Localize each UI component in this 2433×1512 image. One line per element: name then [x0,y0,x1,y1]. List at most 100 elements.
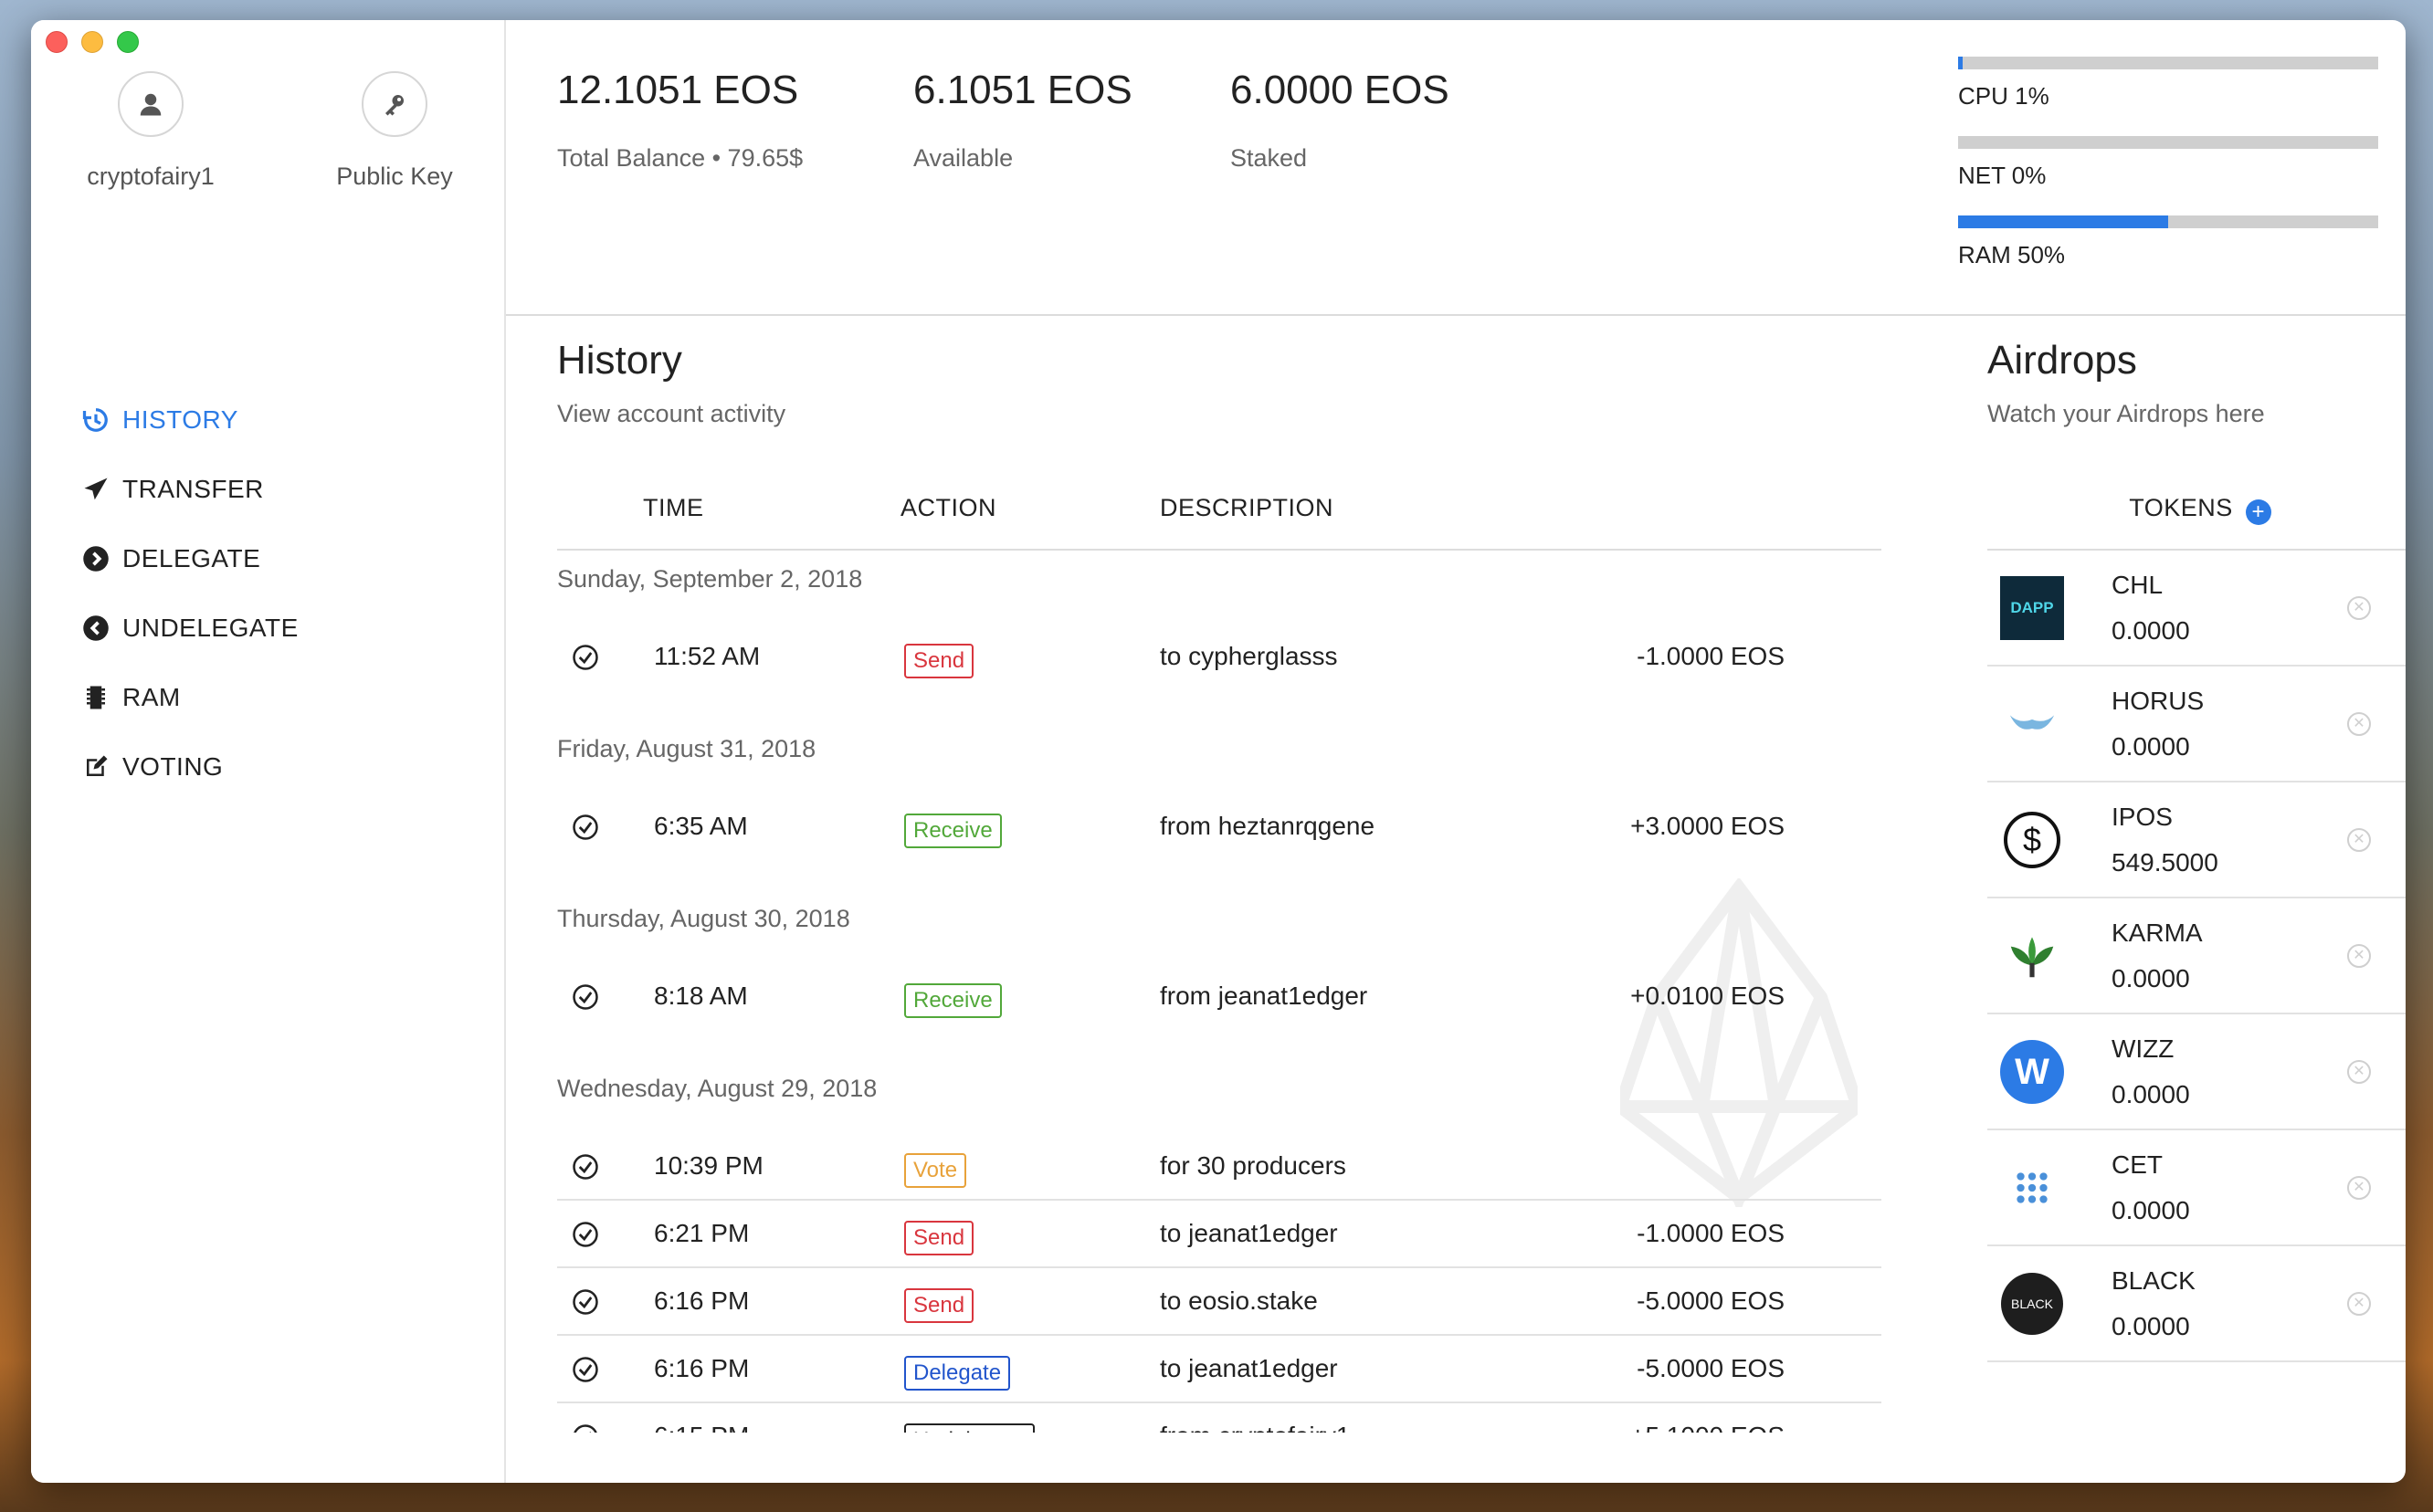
table-row[interactable]: 6:15 PM Undelegate from cryptofairy1 +5.100… [557,1403,1881,1433]
sidebar: cryptofairy1 Public Key HISTORY TRANSFER… [31,20,506,1483]
wizz-logo-icon: W [2000,1040,2064,1104]
history-table-body: Sunday, September 2, 2018 Friday, August… [557,551,1881,1433]
token-value: 0.0000 [2112,964,2190,992]
resource-usage: CPU 1% NET 0% RAM 50% [1958,57,2378,295]
token-symbol: CET [2112,1150,2163,1179]
airdrops-title: Airdrops [1987,338,2137,383]
check-circle-icon [573,1289,598,1315]
token-value: 0.0000 [2112,732,2190,761]
token-row[interactable]: HORUS 0.0000 ✕ [1987,667,2406,782]
cpu-bar-fill [1958,57,1963,69]
nav-voting-label: VOTING [122,752,224,781]
total-balance-amount: 12.1051 EOS [557,68,799,112]
token-logo [2000,924,2064,988]
remove-token-icon[interactable]: ✕ [2347,712,2371,736]
table-row[interactable]: 6:16 PM Delegate to jeanat1edger -5.0000 EO… [557,1336,1881,1403]
remove-token-icon[interactable]: ✕ [2347,1060,2371,1084]
row-time: 11:52 AM [654,642,761,670]
token-symbol: CHL [2112,571,2164,599]
row-description: from jeanat1edger [1160,982,1368,1010]
table-row[interactable]: 8:18 AM Receive from jeanat1edger +0.0100 E… [557,963,1881,1031]
row-time: 6:16 PM [654,1286,750,1315]
check-circle-icon [573,1222,598,1247]
ram-bar [1958,215,2378,228]
token-row[interactable]: CET 0.0000 ✕ [1987,1130,2406,1246]
nav-delegate[interactable]: DELEGATE [82,524,299,593]
token-logo: W [2000,1040,2064,1104]
token-logo: DAPP [2000,576,2064,640]
cpu-label: CPU 1% [1958,82,2049,110]
nav-history[interactable]: HISTORY [82,385,299,455]
nav-voting[interactable]: VOTING [82,732,299,802]
row-amount: +3.0000 EOS [1630,812,1785,840]
key-icon [362,71,427,137]
minimize-window-button[interactable] [81,31,103,53]
account-button[interactable]: cryptofairy1 [82,71,219,191]
row-amount: -1.0000 EOS [1637,1219,1785,1247]
history-icon [82,408,108,432]
history-title: History [557,338,682,383]
cet-logo-icon [2017,1172,2048,1203]
token-row[interactable]: BLACK BLACK 0.0000 ✕ [1987,1246,2406,1362]
nav-delegate-label: DELEGATE [122,544,261,572]
table-row[interactable]: 11:52 AM Send to cypherglasss -1.0000 EOS [557,624,1881,691]
token-row[interactable]: W WIZZ 0.0000 ✕ [1987,1014,2406,1130]
row-description: to jeanat1edger [1160,1219,1338,1247]
table-row[interactable]: 10:39 PM Vote for 30 producers [557,1133,1881,1201]
column-action[interactable]: ACTION [901,494,996,522]
tokens-label: TOKENS [2129,494,2233,521]
token-row[interactable]: KARMA 0.0000 ✕ [1987,898,2406,1014]
token-row[interactable]: $ IPOS 549.5000 ✕ [1987,782,2406,898]
maximize-window-button[interactable] [117,31,139,53]
nav-undelegate[interactable]: UNDELEGATE [82,593,299,663]
remove-token-icon[interactable]: ✕ [2347,828,2371,852]
remove-token-icon[interactable]: ✕ [2347,1292,2371,1316]
staked-balance-amount: 6.0000 EOS [1230,68,1449,112]
remove-token-icon[interactable]: ✕ [2347,944,2371,968]
action-badge: Send [904,1288,974,1323]
table-row[interactable]: 6:21 PM Send to jeanat1edger -1.0000 EOS [557,1201,1881,1268]
edit-icon [87,755,108,776]
nav-history-label: HISTORY [122,405,238,434]
public-key-label: Public Key [336,163,453,190]
nav-ram[interactable]: RAM [82,663,299,732]
remove-token-icon[interactable]: ✕ [2347,1176,2371,1200]
row-amount: +0.0100 EOS [1630,982,1785,1010]
history-subtitle: View account activity [557,400,786,427]
token-value: 0.0000 [2112,1080,2190,1108]
user-avatar-icon [118,71,184,137]
token-symbol: WIZZ [2112,1034,2175,1063]
public-key-button[interactable]: Public Key [321,71,468,191]
close-window-button[interactable] [46,31,68,53]
available-balance: 6.1051 EOS Available [913,68,1132,173]
total-balance: 12.1051 EOS Total Balance • 79.65$ [557,68,803,173]
token-row[interactable]: DAPP CHL 0.0000 ✕ [1987,551,2406,667]
token-symbol: IPOS [2112,803,2173,831]
arrow-right-circle-icon [83,546,109,572]
net-label: NET 0% [1958,162,2047,189]
table-row[interactable]: 6:16 PM Send to eosio.stake -5.0000 EOS [557,1268,1881,1336]
column-time[interactable]: TIME [643,494,704,522]
token-symbol: HORUS [2112,687,2205,715]
action-badge: Vote [904,1153,967,1188]
check-circle-icon [573,1154,598,1180]
app-window: cryptofairy1 Public Key HISTORY TRANSFER… [31,20,2406,1483]
tokens-header: TOKENS + [1987,478,2406,551]
row-amount: -5.0000 EOS [1637,1286,1785,1315]
main-nav: HISTORY TRANSFER DELEGATE UNDELEGATE RAM… [82,385,299,802]
nav-transfer[interactable]: TRANSFER [82,455,299,524]
table-row[interactable]: 6:35 AM Receive from heztanrqgene +3.0000 E… [557,793,1881,861]
token-logo [2000,692,2064,756]
history-table-header: TIME ACTION DESCRIPTION [557,478,1881,551]
karma-logo-icon [2010,937,2054,978]
row-amount: -5.0000 EOS [1637,1354,1785,1382]
column-description[interactable]: DESCRIPTION [1160,494,1333,522]
row-time: 10:39 PM [654,1151,764,1180]
check-circle-icon [573,814,598,840]
row-description: to jeanat1edger [1160,1354,1338,1382]
net-bar [1958,136,2378,149]
action-badge: Receive [904,814,1002,848]
remove-token-icon[interactable]: ✕ [2347,596,2371,620]
paper-plane-icon [84,478,108,500]
add-token-icon[interactable]: + [2245,499,2271,525]
